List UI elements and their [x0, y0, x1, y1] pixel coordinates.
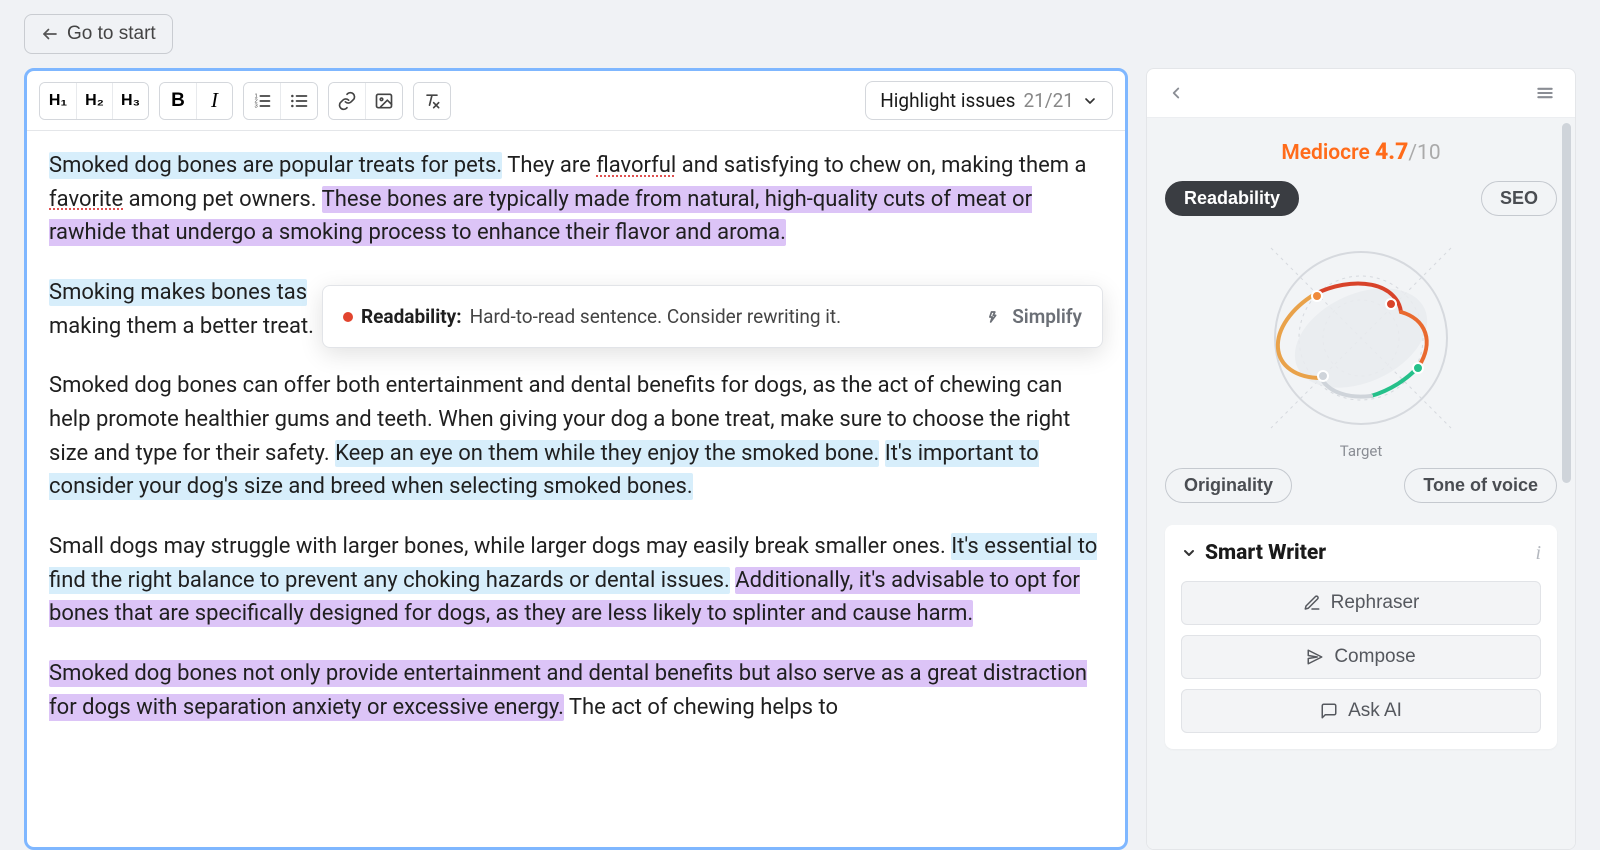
bold-button[interactable]: B — [160, 83, 196, 119]
pill-tone[interactable]: Tone of voice — [1404, 468, 1557, 503]
heading3-button[interactable]: H₃ — [112, 83, 148, 119]
spelling-marker: flavorful — [596, 153, 676, 178]
heading2-button[interactable]: H₂ — [76, 83, 112, 119]
highlighted-text: Smoked dog bones are popular treats for … — [49, 152, 502, 179]
score-display: Mediocre 4.7/10 — [1165, 138, 1557, 165]
pill-seo[interactable]: SEO — [1481, 181, 1557, 216]
unordered-list-button[interactable] — [280, 83, 317, 119]
image-icon — [374, 91, 394, 111]
hamburger-icon — [1535, 83, 1555, 103]
rephraser-label: Rephraser — [1331, 592, 1420, 614]
clear-formatting-button[interactable] — [414, 83, 450, 119]
panel-menu-button[interactable] — [1529, 79, 1561, 107]
edit-icon — [1303, 594, 1321, 612]
go-to-start-button[interactable]: Go to start — [24, 14, 173, 54]
readability-tooltip: Readability: Hard-to-read sentence. Cons… — [322, 285, 1103, 348]
chevron-left-icon — [1167, 84, 1185, 102]
chevron-down-icon — [1082, 93, 1098, 109]
chat-icon — [1320, 702, 1338, 720]
rephraser-button[interactable]: Rephraser — [1181, 581, 1541, 625]
image-button[interactable] — [365, 83, 402, 119]
heading1-button[interactable]: H₁ — [40, 83, 76, 119]
smart-writer-title: Smart Writer — [1205, 541, 1527, 565]
simplify-label: Simplify — [1012, 302, 1082, 331]
editor-panel: H₁ H₂ H₃ B I 123 — [24, 68, 1128, 850]
panel-back-button[interactable] — [1161, 80, 1191, 106]
svg-text:3: 3 — [255, 103, 258, 109]
paragraph: Smoked dog bones not only provide entert… — [49, 657, 1103, 724]
magic-wand-icon — [984, 307, 1004, 327]
radar-chart — [1165, 222, 1557, 458]
ask-ai-button[interactable]: Ask AI — [1181, 689, 1541, 733]
highlighted-text: Keep an eye on them while they enjoy the… — [335, 440, 879, 467]
tooltip-message: Hard-to-read sentence. Consider rewritin… — [470, 302, 977, 331]
highlight-issues-dropdown[interactable]: Highlight issues 21/21 — [865, 81, 1113, 120]
ordered-list-button[interactable]: 123 — [244, 83, 280, 119]
status-dot-icon — [343, 312, 353, 322]
link-icon — [337, 91, 357, 111]
paragraph: Small dogs may struggle with larger bone… — [49, 530, 1103, 631]
scrollbar[interactable] — [1562, 123, 1571, 483]
ask-ai-label: Ask AI — [1348, 700, 1402, 722]
side-panel: Mediocre 4.7/10 Readability SEO — [1146, 68, 1576, 850]
italic-button[interactable]: I — [196, 83, 232, 119]
info-icon[interactable]: i — [1535, 542, 1541, 565]
highlight-issues-label: Highlight issues — [880, 89, 1015, 112]
tooltip-category: Readability: — [361, 302, 462, 331]
go-to-start-label: Go to start — [67, 23, 156, 45]
link-button[interactable] — [329, 83, 365, 119]
editor-toolbar: H₁ H₂ H₃ B I 123 — [27, 71, 1125, 131]
highlighted-text: Smoking makes bones tas — [49, 279, 307, 306]
pill-originality[interactable]: Originality — [1165, 468, 1292, 503]
chevron-down-icon[interactable] — [1181, 545, 1197, 561]
compose-label: Compose — [1334, 646, 1415, 668]
score-label: Mediocre — [1281, 141, 1369, 165]
smart-writer-panel: Smart Writer i Rephraser Compose — [1165, 525, 1557, 749]
compose-button[interactable]: Compose — [1181, 635, 1541, 679]
unordered-list-icon — [289, 91, 309, 111]
simplify-button[interactable]: Simplify — [984, 302, 1082, 331]
arrow-left-icon — [41, 25, 59, 43]
score-max: /10 — [1408, 141, 1440, 165]
ordered-list-icon: 123 — [252, 91, 272, 111]
clear-formatting-icon — [422, 91, 442, 111]
paragraph: Smoked dog bones are popular treats for … — [49, 149, 1103, 250]
compose-icon — [1306, 648, 1324, 666]
pill-readability[interactable]: Readability — [1165, 181, 1299, 216]
highlight-issues-count: 21/21 — [1023, 89, 1074, 112]
paragraph: Smoked dog bones can offer both entertai… — [49, 369, 1103, 504]
score-value: 4.7 — [1375, 138, 1408, 165]
spelling-marker: favorite — [49, 187, 123, 212]
editor-content[interactable]: Smoked dog bones are popular treats for … — [27, 131, 1125, 768]
